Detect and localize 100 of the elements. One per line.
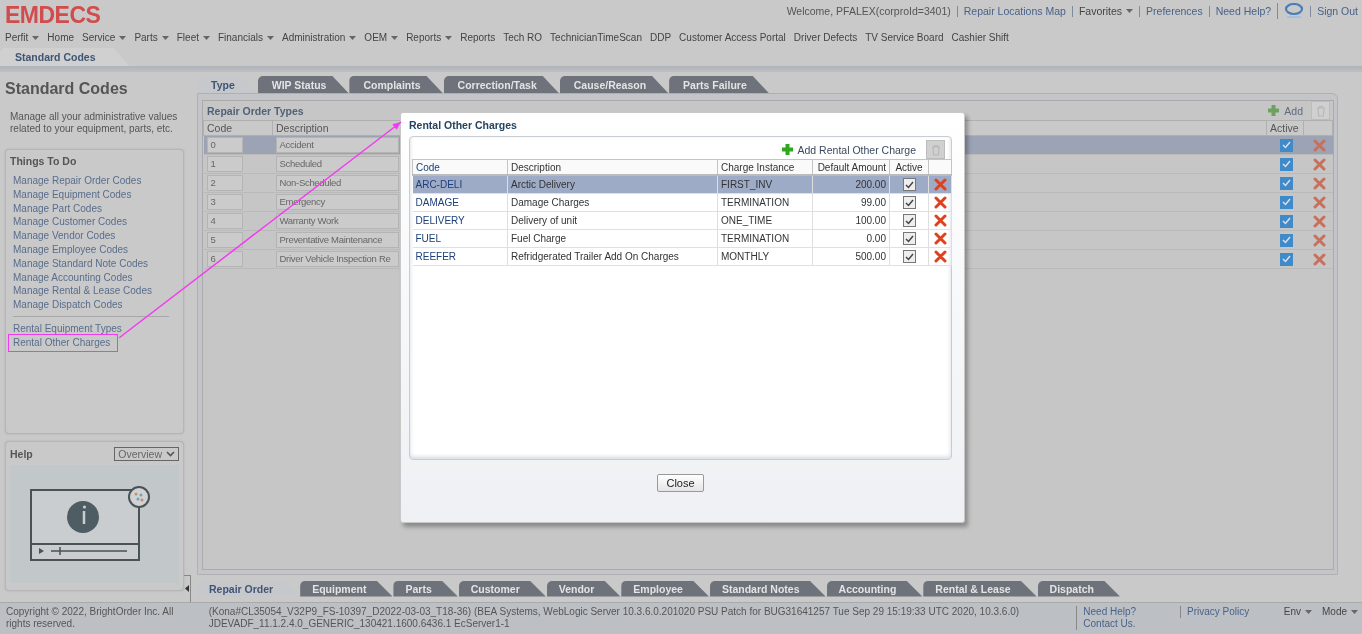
nav-menu[interactable]: OEM: [364, 32, 399, 43]
dropdown[interactable]: Overview: [114, 447, 179, 461]
tab[interactable]: Parts: [393, 580, 458, 597]
tab[interactable]: Correction/Task: [443, 76, 559, 93]
table-row[interactable]: DAMAGE Damage Charges TERMINATION 99.00: [412, 193, 952, 212]
tab[interactable]: Rental & Lease: [923, 580, 1037, 597]
sidebar-link[interactable]: Manage Accounting Codes: [10, 270, 133, 285]
delete-icon: [1313, 176, 1326, 190]
caret-icon: [32, 35, 40, 40]
menu-link[interactable]: Env: [1283, 606, 1312, 618]
column-header: Charge Instance: [717, 159, 813, 175]
sidebar-link[interactable]: Manage Employee Codes: [10, 243, 129, 257]
sidebar-link[interactable]: Manage Equipment Codes: [10, 187, 132, 202]
checkbox[interactable]: [1280, 138, 1293, 152]
checkbox[interactable]: [1280, 157, 1293, 171]
input-field[interactable]: Preventative Maintenance: [275, 232, 399, 248]
table-row[interactable]: ARC-DELI Arctic Delivery FIRST_INV 200.00: [412, 175, 952, 194]
nav-link[interactable]: Driver Defects: [793, 32, 858, 43]
table-cell: TERMINATION: [717, 229, 813, 248]
link[interactable]: Need Help? Contact Us.: [1076, 606, 1171, 630]
add-button[interactable]: Add: [1267, 104, 1303, 117]
nav-link[interactable]: Home: [47, 32, 75, 43]
trash-icon: [930, 143, 941, 156]
input-field[interactable]: Warranty Work: [275, 213, 399, 229]
tab[interactable]: Parts Failure: [669, 76, 769, 93]
tab[interactable]: Complaints: [349, 76, 443, 93]
input-field[interactable]: 2: [206, 175, 243, 191]
checkbox[interactable]: [902, 196, 916, 209]
sidebar-link[interactable]: Manage Standard Note Codes: [10, 256, 149, 271]
input-field[interactable]: 1: [206, 156, 243, 172]
tab[interactable]: Equipment: [300, 580, 393, 597]
input-field[interactable]: Accident: [275, 137, 399, 153]
sidebar-link[interactable]: Manage Customer Codes: [10, 215, 127, 230]
link[interactable]: Repair Locations Map: [956, 5, 1066, 17]
link[interactable]: Preferences: [1139, 5, 1203, 17]
tab[interactable]: Standard Notes: [709, 580, 826, 597]
tab[interactable]: Employee: [621, 580, 709, 597]
nav-link[interactable]: Cashier Shift: [951, 32, 1009, 43]
table-row[interactable]: FUEL Fuel Charge TERMINATION 0.00: [412, 229, 952, 248]
tab[interactable]: Cause/Reason: [559, 76, 669, 93]
tab[interactable]: Accounting: [826, 580, 923, 597]
nav-link[interactable]: Reports: [460, 32, 496, 43]
sidebar-link[interactable]: Manage Rental & Lease Codes: [10, 284, 152, 299]
tab[interactable]: WIP Status: [257, 76, 349, 93]
input-field[interactable]: Driver Vehicle Inspection Re: [275, 251, 399, 267]
checkbox[interactable]: [1280, 195, 1293, 209]
sidebar-link[interactable]: Rental Equipment Types: [10, 321, 122, 336]
checkbox[interactable]: [902, 214, 916, 227]
sidebar-link[interactable]: Manage Dispatch Codes: [10, 298, 123, 312]
table-cell: DAMAGE: [412, 193, 508, 212]
link[interactable]: Sign Out: [1310, 5, 1358, 17]
tab[interactable]: Customer: [458, 580, 546, 597]
input-field[interactable]: Scheduled: [275, 156, 399, 172]
nav-menu[interactable]: Perfit: [5, 32, 40, 43]
sidebar-link[interactable]: Rental Other Charges: [10, 335, 117, 350]
caret-icon: [445, 35, 453, 40]
input-field[interactable]: 0: [206, 137, 243, 153]
nav-menu[interactable]: Parts: [134, 32, 169, 43]
input-field[interactable]: 6: [206, 251, 243, 267]
sidebar-link[interactable]: Manage Repair Order Codes: [10, 174, 142, 188]
link[interactable]: Need Help?: [1208, 5, 1272, 17]
tab[interactable]: Dispatch: [1037, 580, 1120, 597]
nav-menu[interactable]: Administration: [282, 32, 357, 43]
nav-link[interactable]: DDP: [650, 32, 672, 43]
nav-menu[interactable]: Service: [82, 32, 127, 43]
input-field[interactable]: 3: [206, 194, 243, 210]
sidebar-link[interactable]: Manage Part Codes: [10, 201, 102, 216]
nav-link[interactable]: Tech RO: [503, 32, 543, 43]
checkbox[interactable]: [902, 250, 916, 263]
checkbox[interactable]: [1280, 252, 1293, 266]
build-info: (Kona#CL35054_V32P9_FS-10397_D2022-03-03_T18-36) (BEA Systems, WebLogic Server 10.3.6.0.201020 PSU Patch for BUG31641257 Tue Sep 29 15:19:33 UTC 2020, 10.3.6.0) JDEVADF_11.1.2.4.0_GENERIC_130421.1600.6436.1 EcServer1-1: [208, 606, 1021, 630]
add-button[interactable]: Add Rental Other Charge: [780, 143, 916, 156]
checkbox[interactable]: [1280, 214, 1293, 228]
nav-link[interactable]: TechnicianTimeScan: [550, 32, 642, 43]
menu-link[interactable]: Mode: [1322, 606, 1358, 618]
table-row[interactable]: REEFER Refridgerated Trailer Add On Charges MONTHLY 500.00: [412, 247, 952, 266]
column-header: Code: [412, 159, 508, 175]
nav-menu[interactable]: Fleet: [176, 32, 210, 43]
input-field[interactable]: 4: [206, 213, 243, 229]
input-field[interactable]: 5: [206, 232, 243, 248]
table-row[interactable]: DELIVERY Delivery of unit ONE_TIME 100.00: [412, 211, 952, 230]
checkbox[interactable]: [1280, 176, 1293, 190]
close-button[interactable]: Close: [657, 474, 704, 492]
card-title: Things To Do: [10, 155, 78, 167]
menu-link[interactable]: Favorites: [1071, 5, 1134, 17]
delete-icon: [1313, 252, 1326, 266]
table-cell: DELIVERY: [412, 211, 508, 230]
link[interactable]: Privacy Policy: [1180, 606, 1274, 618]
tab[interactable]: Vendor: [546, 580, 621, 597]
checkbox[interactable]: [1280, 233, 1293, 247]
nav-link[interactable]: TV Service Board: [865, 32, 944, 43]
add-icon: [780, 143, 794, 156]
checkbox[interactable]: [902, 178, 916, 191]
tab[interactable]: Standard Codes: [0, 48, 130, 66]
checkbox[interactable]: [902, 232, 916, 245]
nav-menu[interactable]: Financials: [217, 32, 274, 43]
logo: EMDECS: [5, 1, 101, 27]
nav-menu[interactable]: Reports: [406, 32, 453, 43]
nav-link[interactable]: Customer Access Portal: [679, 32, 786, 43]
sidebar-link[interactable]: Manage Vendor Codes: [10, 229, 116, 243]
